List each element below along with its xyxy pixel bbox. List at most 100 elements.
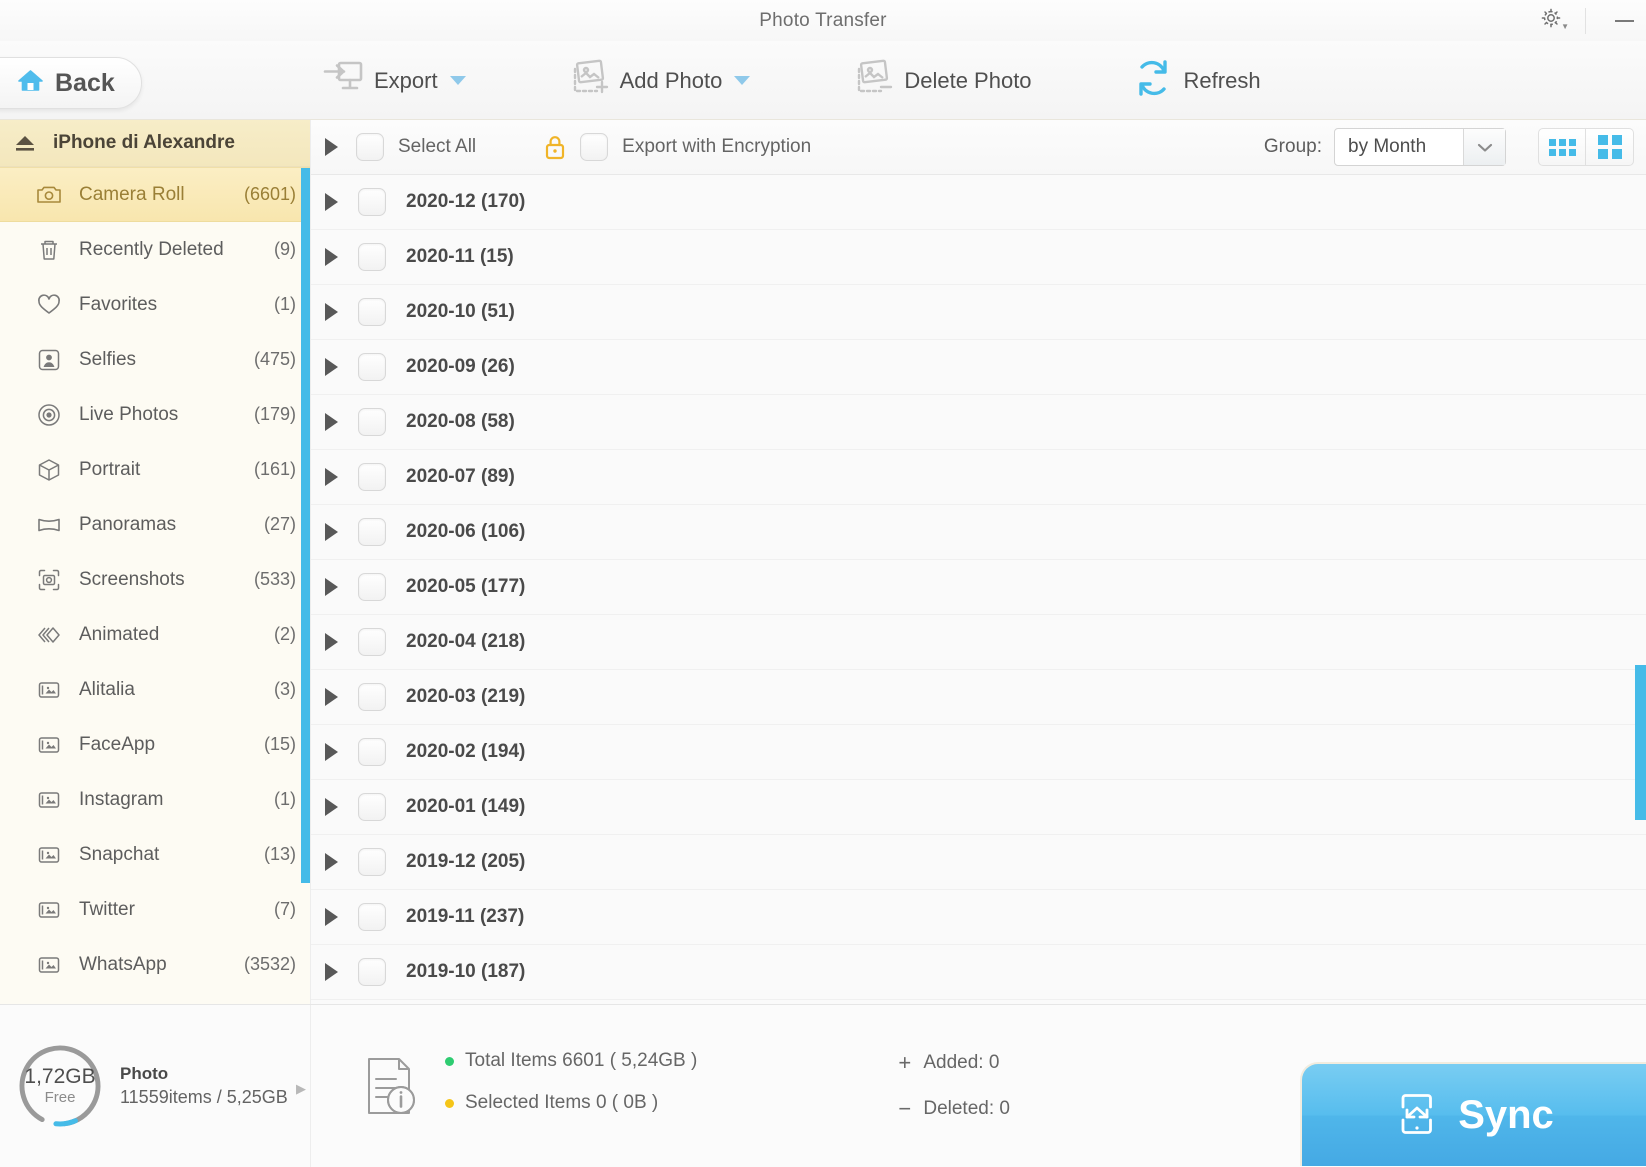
expand-triangle-icon[interactable] — [325, 853, 338, 871]
expand-triangle-icon[interactable] — [325, 303, 338, 321]
group-row[interactable]: 2020-10 (51) — [311, 285, 1646, 340]
panorama-icon — [36, 512, 62, 538]
expand-triangle-icon[interactable] — [325, 248, 338, 266]
sidebar-item-instagram[interactable]: Instagram (1) — [0, 772, 310, 827]
group-row[interactable]: 2020-03 (219) — [311, 670, 1646, 725]
group-row[interactable]: 2020-09 (26) — [311, 340, 1646, 395]
sidebar-expander-icon[interactable]: ▶ — [296, 1081, 306, 1097]
export-button[interactable]: Export — [318, 52, 496, 109]
add-photo-button[interactable]: Add Photo — [562, 52, 781, 109]
expand-triangle-icon[interactable] — [325, 798, 338, 816]
expand-triangle-icon[interactable] — [325, 688, 338, 706]
album-icon — [36, 842, 62, 868]
view-grid-small-button[interactable] — [1538, 128, 1586, 166]
group-checkbox[interactable] — [358, 958, 386, 986]
group-checkbox[interactable] — [358, 683, 386, 711]
group-checkbox[interactable] — [358, 793, 386, 821]
refresh-label: Refresh — [1183, 67, 1261, 93]
refresh-button[interactable]: Refresh — [1128, 52, 1291, 109]
group-checkbox[interactable] — [358, 518, 386, 546]
eject-icon[interactable] — [12, 133, 38, 153]
sidebar-item-selfies[interactable]: Selfies (475) — [0, 332, 310, 387]
expand-triangle-icon[interactable] — [325, 578, 338, 596]
expand-triangle-icon[interactable] — [325, 358, 338, 376]
album-icon — [36, 897, 62, 923]
group-checkbox[interactable] — [358, 243, 386, 271]
chevron-down-icon[interactable] — [1463, 129, 1505, 165]
delete-photo-button[interactable]: Delete Photo — [846, 52, 1061, 109]
content-scrollbar[interactable] — [1635, 665, 1646, 820]
expand-triangle-icon[interactable] — [325, 523, 338, 541]
sidebar-item-alitalia[interactable]: Alitalia (3) — [0, 662, 310, 717]
group-row[interactable]: 2020-01 (149) — [311, 780, 1646, 835]
group-checkbox[interactable] — [358, 628, 386, 656]
chevron-down-icon[interactable] — [734, 76, 751, 85]
group-row[interactable]: 2020-12 (170) — [311, 175, 1646, 230]
device-header[interactable]: iPhone di Alexandre — [0, 120, 310, 167]
sidebar-item-animated[interactable]: Animated (2) — [0, 607, 310, 662]
group-row[interactable]: 2019-11 (237) — [311, 890, 1646, 945]
sidebar-item-twitter[interactable]: Twitter (7) — [0, 882, 310, 937]
sidebar-item-portrait[interactable]: Portrait (161) — [0, 442, 310, 497]
group-row-label: 2019-12 (205) — [406, 851, 526, 872]
group-row[interactable]: 2019-10 (187) — [311, 945, 1646, 1000]
group-row[interactable]: 2020-02 (194) — [311, 725, 1646, 780]
group-row-label: 2019-11 (237) — [406, 906, 525, 927]
sidebar-item-camera-roll[interactable]: Camera Roll (6601) — [0, 167, 310, 222]
sidebar-item-panoramas[interactable]: Panoramas (27) — [0, 497, 310, 552]
group-select[interactable]: by Month — [1334, 128, 1506, 166]
sidebar-item-label: Instagram — [79, 788, 164, 810]
group-row[interactable]: 2020-08 (58) — [311, 395, 1646, 450]
group-row-label: 2020-09 (26) — [406, 356, 515, 377]
group-row[interactable]: 2019-12 (205) — [311, 835, 1646, 890]
group-row[interactable]: 2020-05 (177) — [311, 560, 1646, 615]
sidebar-item-favorites[interactable]: Favorites (1) — [0, 277, 310, 332]
back-button[interactable]: Back — [0, 57, 142, 109]
group-checkbox[interactable] — [358, 848, 386, 876]
expand-triangle-icon[interactable] — [325, 908, 338, 926]
sidebar-item-snapchat[interactable]: Snapchat (13) — [0, 827, 310, 882]
status-bar: 1,72GB Free Photo 11559items / 5,25GB ▶ — [0, 1004, 1646, 1167]
storage-usage: 11559items / 5,25GB — [120, 1087, 288, 1107]
group-row-label: 2020-03 (219) — [406, 686, 526, 707]
group-row-label: 2020-06 (106) — [406, 521, 526, 542]
group-checkbox[interactable] — [358, 573, 386, 601]
sidebar-item-count: (161) — [253, 459, 296, 479]
sync-button[interactable]: Sync — [1300, 1062, 1646, 1166]
expand-triangle-icon[interactable] — [325, 743, 338, 761]
expand-triangle-icon[interactable] — [325, 193, 338, 211]
total-items-label: Total Items 6601 ( 5,24GB ) — [465, 1050, 698, 1071]
group-row[interactable]: 2020-04 (218) — [311, 615, 1646, 670]
sidebar-item-faceapp[interactable]: FaceApp (15) — [0, 717, 310, 772]
expand-triangle-icon[interactable] — [325, 633, 338, 651]
expand-triangle-icon[interactable] — [325, 963, 338, 981]
view-grid-large-button[interactable] — [1586, 128, 1634, 166]
group-checkbox[interactable] — [358, 408, 386, 436]
toolbar-actions: Export Add Photo Delete Photo Refresh — [318, 41, 1291, 120]
group-checkbox[interactable] — [358, 188, 386, 216]
sidebar-scrollbar[interactable] — [301, 168, 310, 883]
settings-button[interactable]: ▼ — [1539, 6, 1575, 35]
sidebar-item-live-photos[interactable]: Live Photos (179) — [0, 387, 310, 442]
expand-triangle-icon[interactable] — [325, 468, 338, 486]
group-row[interactable]: 2020-11 (15) — [311, 230, 1646, 285]
group-checkbox[interactable] — [358, 463, 386, 491]
expand-all-triangle-icon[interactable] — [325, 138, 338, 156]
chevron-down-icon[interactable] — [449, 76, 466, 85]
group-row[interactable]: 2020-07 (89) — [311, 450, 1646, 505]
sidebar-item-whatsapp[interactable]: WhatsApp (3532) — [0, 937, 310, 992]
sidebar-item-recently-deleted[interactable]: Recently Deleted (9) — [0, 222, 310, 277]
group-row-label: 2020-08 (58) — [406, 411, 515, 432]
export-with-encryption-checkbox[interactable] — [580, 133, 609, 161]
group-checkbox[interactable] — [358, 298, 386, 326]
group-checkbox[interactable] — [358, 353, 386, 381]
select-all-checkbox[interactable] — [356, 133, 384, 161]
group-checkbox[interactable] — [358, 738, 386, 766]
group-checkbox[interactable] — [358, 903, 386, 931]
sidebar-item-count: (15) — [263, 734, 296, 754]
storage-summary: 1,72GB Free Photo 11559items / 5,25GB ▶ — [0, 1005, 310, 1167]
sidebar-item-screenshots[interactable]: Screenshots (533) — [0, 552, 310, 607]
group-row[interactable]: 2020-06 (106) — [311, 505, 1646, 560]
minimize-button[interactable] — [1602, 0, 1646, 41]
expand-triangle-icon[interactable] — [325, 413, 338, 431]
